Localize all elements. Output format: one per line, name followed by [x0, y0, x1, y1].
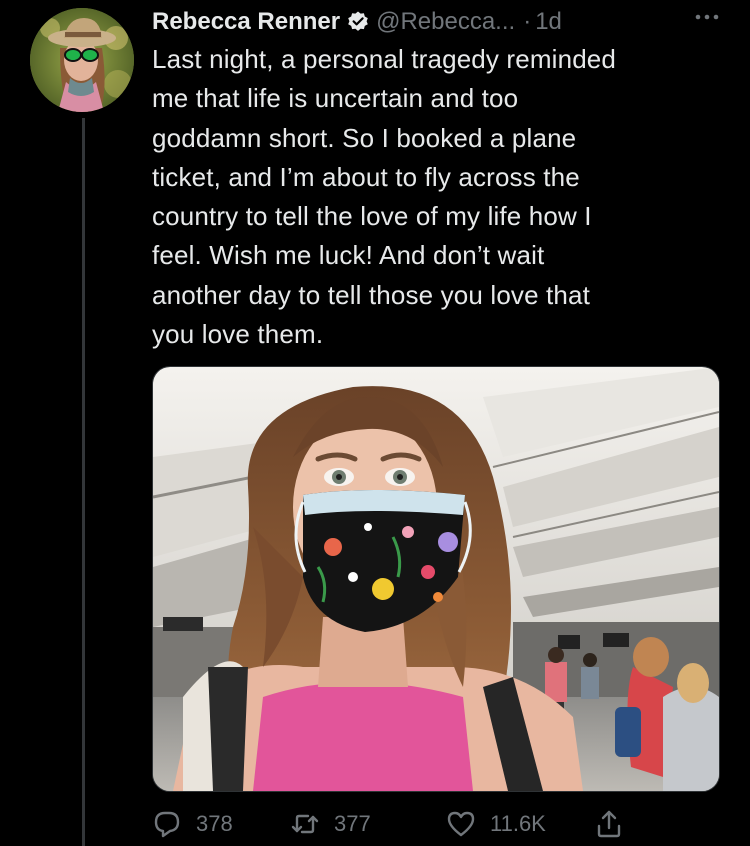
- verified-badge-icon: [346, 10, 370, 34]
- tweet-header: Rebecca Renner @Rebecca... · 1d: [152, 6, 562, 38]
- tweet-actions: 378 377 11.6K: [152, 806, 712, 842]
- retweet-count: 377: [334, 811, 371, 836]
- tweet-text-line: Last night, a personal tragedy reminded: [152, 44, 617, 74]
- tweet-text-line: country to tell the love of my life how …: [152, 201, 592, 232]
- tweet[interactable]: Rebecca Renner @Rebecca... · 1d Last nig…: [0, 0, 750, 846]
- tweet-text: Last night, a personal tragedy reminded …: [152, 40, 722, 354]
- heart-icon: [446, 809, 476, 839]
- reply-button[interactable]: 378: [152, 806, 233, 842]
- tweet-text-line: another day to tell those you love that: [152, 279, 591, 310]
- more-options-icon[interactable]: [692, 6, 722, 36]
- tweet-text-line: feel. Wish me luck! And don’t wait: [152, 240, 545, 271]
- separator-dot: ·: [523, 8, 532, 35]
- reply-count: 378: [196, 811, 233, 836]
- tweet-text-line: me that life is uncertain and too: [152, 83, 519, 114]
- retweet-icon: [290, 809, 320, 839]
- display-name[interactable]: Rebecca Renner: [152, 7, 340, 37]
- share-icon: [594, 809, 624, 839]
- share-button[interactable]: [594, 806, 624, 842]
- timestamp[interactable]: 1d: [535, 7, 562, 37]
- thread-line: [82, 118, 85, 846]
- retweet-button[interactable]: 377: [290, 806, 371, 842]
- like-button[interactable]: 11.6K: [446, 806, 546, 842]
- like-count: 11.6K: [490, 811, 546, 836]
- tweet-text-line: you love them.: [152, 319, 324, 350]
- avatar[interactable]: [30, 8, 134, 112]
- handle[interactable]: @Rebecca...: [376, 7, 515, 37]
- tweet-photo[interactable]: [152, 366, 720, 792]
- tweet-text-line: goddamn short. So I booked a plane: [152, 122, 577, 153]
- reply-icon: [152, 809, 182, 839]
- tweet-text-line: ticket, and I’m about to fly across the: [152, 161, 580, 192]
